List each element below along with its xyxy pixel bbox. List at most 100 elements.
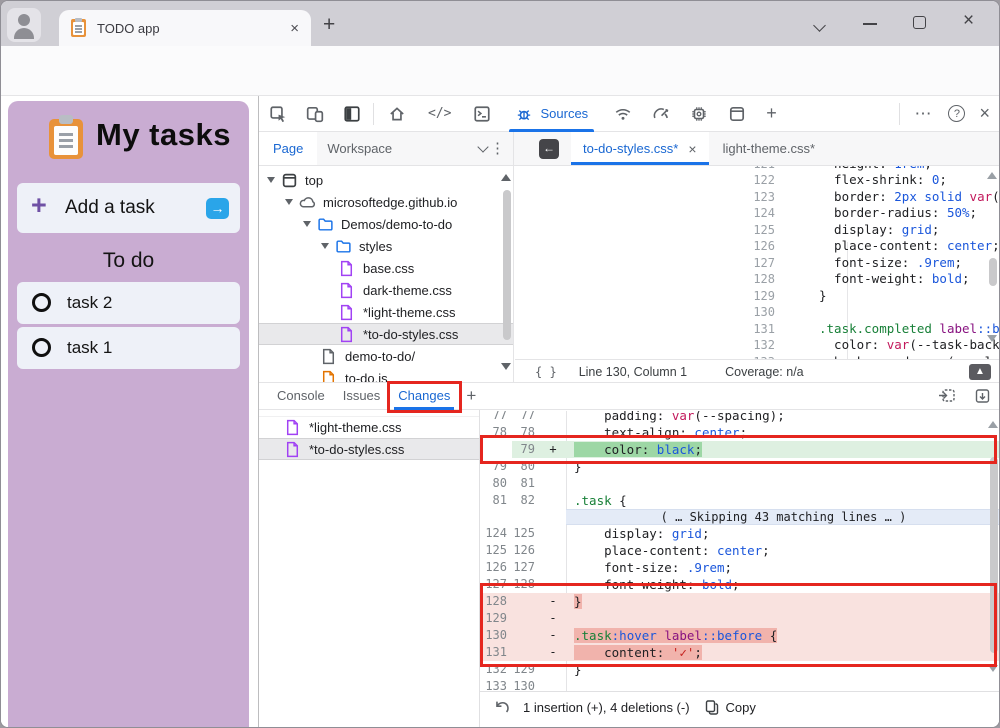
tree-item-Demosdemo-to-do[interactable]: Demos/demo-to-do bbox=[259, 213, 513, 235]
code-editor[interactable]: 121 height: 1rem;122 flex-shrink: 0;123 … bbox=[515, 166, 1000, 359]
tree-item-demo-to-do[interactable]: demo-to-do/ bbox=[259, 345, 513, 367]
diff-scrollbar[interactable] bbox=[990, 457, 998, 653]
performance-gauge-icon[interactable] bbox=[652, 105, 670, 123]
tree-item-top[interactable]: top bbox=[259, 169, 513, 191]
memory-chip-icon[interactable] bbox=[690, 105, 708, 123]
line-number: 124 bbox=[515, 205, 819, 222]
css-icon bbox=[339, 304, 356, 321]
devtools-toolbar: </> Sources + ⋯ bbox=[259, 96, 1000, 132]
expand-quick-view-icon[interactable] bbox=[974, 388, 992, 404]
scroll-up-icon[interactable] bbox=[501, 174, 511, 181]
copy-icon[interactable] bbox=[704, 699, 720, 716]
browser-tab[interactable]: TODO app × bbox=[59, 10, 311, 46]
new-tab-button[interactable]: + bbox=[323, 13, 335, 37]
toggle-navigator-icon[interactable]: ← bbox=[539, 139, 559, 159]
tree-item-to-do.js[interactable]: to-do.js bbox=[259, 367, 513, 382]
diff-new-line-number: 82 bbox=[512, 492, 540, 509]
tab-issues[interactable]: Issues bbox=[343, 382, 381, 410]
tab-sources[interactable]: Sources bbox=[503, 96, 600, 132]
status-bar-action-icon[interactable]: ▲ bbox=[969, 364, 991, 380]
scroll-up-icon[interactable] bbox=[987, 172, 997, 179]
inspect-element-icon[interactable] bbox=[269, 105, 287, 123]
add-task-label: Add a task bbox=[65, 197, 155, 219]
devtools-close-icon[interactable]: × bbox=[979, 103, 990, 124]
diff-summary: 1 insertion (+), 4 deletions (-) bbox=[523, 700, 690, 715]
task-checkbox[interactable] bbox=[32, 293, 51, 312]
scroll-up-icon[interactable] bbox=[988, 421, 998, 428]
tab-close-icon[interactable]: × bbox=[290, 20, 299, 37]
application-icon[interactable] bbox=[728, 105, 746, 123]
tab-changes[interactable]: Changes bbox=[398, 382, 450, 410]
devtools-subheader: Page Workspace ⋮ ← to-do-styles.css* × l… bbox=[259, 132, 1000, 166]
devtools-menu-icon[interactable]: ⋯ bbox=[914, 104, 932, 124]
diff-code-text: padding: var(--spacing); bbox=[566, 411, 1000, 424]
changed-file-row[interactable]: *light-theme.css bbox=[259, 416, 479, 438]
scroll-down-icon[interactable] bbox=[988, 665, 998, 672]
diff-marker bbox=[540, 492, 566, 509]
diff-new-line-number: 129 bbox=[512, 661, 540, 678]
device-emulation-icon[interactable] bbox=[306, 105, 324, 123]
submit-task-button[interactable]: → bbox=[206, 198, 229, 219]
copy-button[interactable]: Copy bbox=[726, 700, 756, 715]
network-wifi-icon[interactable] bbox=[614, 105, 632, 123]
profile-avatar[interactable] bbox=[7, 8, 41, 42]
tree-item-styles[interactable]: styles bbox=[259, 235, 513, 257]
diff-old-line-number: 129 bbox=[480, 610, 512, 627]
minimize-button[interactable] bbox=[863, 23, 877, 25]
diff-skip-row[interactable]: ( … Skipping 43 matching lines … ) bbox=[480, 509, 1000, 525]
task-row[interactable]: task 1 bbox=[17, 327, 240, 369]
chevron-expanded-icon[interactable] bbox=[285, 199, 293, 205]
dock-side-icon[interactable] bbox=[343, 105, 361, 123]
scroll-down-icon[interactable] bbox=[987, 335, 997, 342]
close-tab-icon[interactable]: × bbox=[688, 141, 696, 157]
chevron-expanded-icon[interactable] bbox=[303, 221, 311, 227]
tree-item-dark-theme.css[interactable]: dark-theme.css bbox=[259, 279, 513, 301]
elements-tab-icon[interactable]: </> bbox=[428, 106, 451, 121]
css-file-icon bbox=[285, 441, 302, 458]
diff-new-line-number bbox=[512, 627, 540, 644]
tab-workspace[interactable]: Workspace bbox=[317, 141, 402, 156]
pretty-print-icon[interactable]: { } bbox=[535, 365, 557, 379]
more-tools-plus-icon[interactable]: + bbox=[766, 103, 777, 124]
changed-file-row-selected[interactable]: *to-do-styles.css bbox=[259, 438, 479, 460]
line-number: 131 bbox=[515, 321, 819, 338]
scroll-down-icon[interactable] bbox=[501, 363, 511, 370]
tree-item-microsoftedge.github.io[interactable]: microsoftedge.github.io bbox=[259, 191, 513, 213]
chevron-expanded-icon[interactable] bbox=[267, 177, 275, 183]
add-task-row[interactable]: + Add a task → bbox=[17, 183, 240, 233]
revert-icon[interactable] bbox=[494, 699, 511, 716]
task-row[interactable]: task 2 bbox=[17, 282, 240, 324]
tree-item-label: top bbox=[305, 173, 323, 188]
code-line: 132 color: var(--task-background); bbox=[515, 337, 1000, 354]
tab-console[interactable]: Console bbox=[277, 382, 325, 410]
tree-item-base.css[interactable]: base.css bbox=[259, 257, 513, 279]
chevron-down-icon[interactable] bbox=[477, 141, 488, 152]
help-icon[interactable]: ? bbox=[948, 105, 965, 122]
tab-actions-chevron-icon[interactable] bbox=[815, 19, 827, 31]
tab-page[interactable]: Page bbox=[259, 132, 317, 165]
task-checkbox[interactable] bbox=[32, 338, 51, 357]
diff-code-text: .task:hover label::before { bbox=[566, 627, 1000, 644]
diff-row-same: 7777 padding: var(--spacing); bbox=[480, 411, 1000, 424]
diff-code-text: .task { bbox=[566, 492, 1000, 509]
code-line: 130 bbox=[515, 304, 1000, 321]
skip-matching-lines-label[interactable]: ( … Skipping 43 matching lines … ) bbox=[566, 509, 1000, 525]
window-close-button[interactable]: × bbox=[963, 10, 974, 32]
navigator-menu-icon[interactable]: ⋮ bbox=[490, 139, 505, 157]
editor-scrollbar[interactable] bbox=[989, 258, 997, 286]
tree-item-light-theme.css[interactable]: *light-theme.css bbox=[259, 301, 513, 323]
tree-item-label: to-do.js bbox=[345, 371, 388, 383]
title-bar: TODO app × + × bbox=[1, 1, 1000, 46]
console-tab-icon[interactable] bbox=[473, 105, 491, 123]
navigator-scrollbar[interactable] bbox=[503, 190, 511, 340]
welcome-home-icon[interactable] bbox=[388, 105, 406, 123]
dock-quick-view-icon[interactable] bbox=[938, 388, 956, 404]
editor-tab[interactable]: light-theme.css* bbox=[709, 141, 829, 156]
chevron-expanded-icon[interactable] bbox=[321, 243, 329, 249]
maximize-button[interactable] bbox=[913, 16, 926, 29]
tree-item-to-do-styles.css[interactable]: *to-do-styles.css bbox=[259, 323, 513, 345]
add-drawer-tab-icon[interactable]: + bbox=[466, 386, 476, 406]
editor-tab-active[interactable]: to-do-styles.css* × bbox=[571, 132, 709, 165]
folder-icon bbox=[317, 216, 334, 233]
editor-tab-label: to-do-styles.css* bbox=[583, 141, 678, 156]
